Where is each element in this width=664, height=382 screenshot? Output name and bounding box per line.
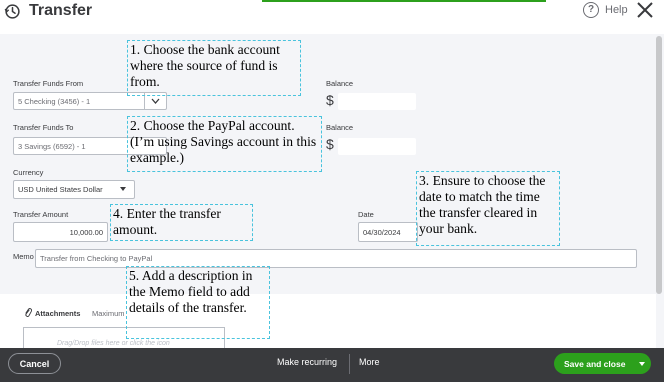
page-title: Transfer: [29, 2, 93, 19]
memo-value: Transfer from Checking to PayPal: [40, 254, 153, 263]
from-balance-dollar: $: [326, 92, 334, 108]
to-label: Transfer Funds To: [13, 123, 74, 132]
accent-bar: [262, 0, 546, 2]
amount-value: 10,000.00: [69, 227, 103, 237]
close-icon[interactable]: [636, 1, 654, 19]
amount-label: Transfer Amount: [13, 210, 69, 219]
attachments-label: Attachments: [35, 309, 81, 318]
attachments-max-text: Maximum: [92, 309, 125, 318]
make-recurring-button[interactable]: Make recurring: [277, 357, 337, 367]
callout-step-3: 3. Ensure to choose the date to match th…: [416, 171, 560, 246]
to-balance-dollar: $: [326, 136, 334, 152]
save-options-caret-icon[interactable]: [639, 362, 645, 366]
date-input[interactable]: 04/30/2024: [358, 222, 418, 242]
to-balance-field: [338, 138, 416, 155]
memo-label: Memo: [13, 252, 34, 261]
date-label: Date: [358, 210, 374, 219]
cancel-button[interactable]: Cancel: [8, 353, 61, 374]
to-balance-label: Balance: [326, 123, 354, 132]
from-account-value: 5 Checking (3456) - 1: [18, 96, 91, 106]
currency-select[interactable]: USD United States Dollar: [13, 180, 135, 199]
from-balance-field: [338, 93, 416, 110]
callout-step-2: 2. Choose the PayPal account. (I’m using…: [127, 116, 322, 172]
scrollbar[interactable]: [656, 36, 662, 294]
from-label: Transfer Funds From: [13, 79, 84, 88]
footer-divider: [349, 354, 350, 374]
help-icon[interactable]: ?: [583, 2, 599, 18]
callout-step-1: 1. Choose the bank account where the sou…: [127, 40, 301, 96]
help-link[interactable]: Help: [605, 4, 628, 16]
history-icon[interactable]: [4, 3, 21, 20]
caret-down-icon: [120, 187, 126, 191]
callout-step-5: 5. Add a description in the Memo field t…: [126, 266, 270, 339]
save-and-close-button[interactable]: Save and close: [554, 353, 651, 374]
date-value: 04/30/2024: [363, 227, 401, 237]
currency-label: Currency: [13, 168, 44, 177]
from-balance-label: Balance: [326, 79, 354, 88]
dropzone-text: Drag/Drop files here or click the icon: [57, 340, 170, 347]
callout-step-4: 4. Enter the transfer amount.: [110, 204, 253, 241]
paperclip-icon: [25, 308, 33, 317]
currency-value: USD United States Dollar: [18, 185, 103, 194]
title-bar: [0, 0, 664, 34]
more-button[interactable]: More: [359, 357, 380, 367]
amount-input[interactable]: 10,000.00: [13, 222, 108, 242]
to-account-value: 3 Savings (6592) - 1: [18, 141, 86, 151]
